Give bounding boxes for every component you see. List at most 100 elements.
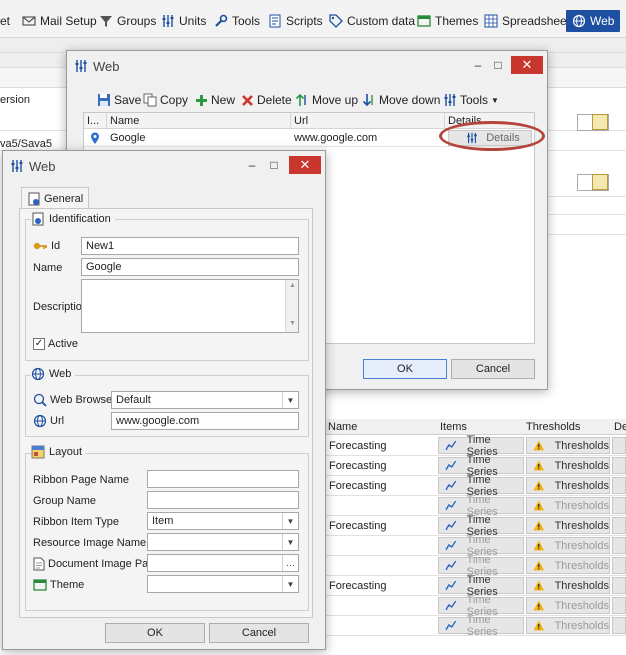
theme-combo[interactable]: ▼ <box>147 575 299 593</box>
ribbon-item-partial[interactable]: et <box>0 10 10 32</box>
ribbon-item-spreadsheets[interactable]: Spreadsheets <box>484 10 576 32</box>
chevron-down-icon[interactable]: ▼ <box>282 513 298 529</box>
browse-ellipsis-button[interactable]: … <box>282 555 298 571</box>
time-series-button[interactable]: Time Series <box>438 494 524 518</box>
thresholds-button[interactable]: Thresholds <box>526 577 610 594</box>
chevron-down-icon[interactable]: ▼ <box>282 576 298 592</box>
active-checkbox[interactable]: ✓ <box>33 338 45 350</box>
description-textarea[interactable] <box>81 279 299 333</box>
copy-button[interactable]: Copy <box>143 93 188 107</box>
thresholds-button[interactable]: Thresholds <box>526 497 610 514</box>
details-cell-button[interactable] <box>612 497 626 514</box>
details-cell-button[interactable] <box>612 597 626 614</box>
thresholds-button[interactable]: Thresholds <box>526 537 610 554</box>
new-button[interactable]: New <box>195 93 235 107</box>
maximize-button[interactable]: □ <box>261 156 287 174</box>
time-series-button[interactable]: Time Series <box>438 454 524 478</box>
chevron-down-icon[interactable]: ▼ <box>282 534 298 550</box>
tab-general[interactable]: General <box>21 187 89 209</box>
time-series-button[interactable]: Time Series <box>438 574 524 598</box>
thresholds-button[interactable]: Thresholds <box>526 597 610 614</box>
details-cell-button[interactable] <box>612 457 626 474</box>
move-up-button[interactable]: Move up <box>295 93 358 107</box>
time-series-button[interactable]: Time Series <box>438 434 524 458</box>
grid-cell-name: Forecasting <box>329 520 387 532</box>
layout-group-title: Layout <box>31 445 87 459</box>
time-series-button[interactable]: Time Series <box>438 594 524 618</box>
details-cell-button[interactable] <box>612 517 626 534</box>
details-cell-button[interactable] <box>612 537 626 554</box>
time-series-button[interactable]: Time Series <box>438 614 524 638</box>
ribbon-item-tools[interactable]: Tools <box>214 10 260 32</box>
spreadsheet-icon <box>484 14 498 28</box>
line-chart-icon <box>445 580 457 591</box>
time-series-button[interactable]: Time Series <box>438 534 524 558</box>
time-series-button[interactable]: Time Series <box>438 554 524 578</box>
cancel-button[interactable]: Cancel <box>451 359 535 379</box>
document-image-path-input[interactable]: … <box>147 554 299 572</box>
thresholds-button[interactable]: Thresholds <box>526 617 610 634</box>
line-chart-icon <box>445 600 457 611</box>
active-checkbox-row[interactable]: ✓ Active <box>33 338 78 350</box>
ribbon-item-groups[interactable]: Groups <box>99 10 156 32</box>
ribbon-item-units[interactable]: Units <box>161 10 206 32</box>
line-chart-icon <box>445 440 457 451</box>
time-series-button[interactable]: Time Series <box>438 514 524 538</box>
maximize-icon: □ <box>270 158 278 172</box>
id-input[interactable] <box>81 237 299 255</box>
group-name-input[interactable] <box>147 491 299 509</box>
scroll-up-icon: ▲ <box>289 282 296 289</box>
line-chart-icon <box>445 480 457 491</box>
grid-cell-name: Forecasting <box>329 460 387 472</box>
thresholds-button[interactable]: Thresholds <box>526 557 610 574</box>
thresholds-button[interactable]: Thresholds <box>526 457 610 474</box>
warning-icon <box>533 620 545 631</box>
details-cell-button[interactable] <box>612 477 626 494</box>
time-series-button[interactable]: Time Series <box>438 474 524 498</box>
cancel-button[interactable]: Cancel <box>209 623 309 643</box>
close-button[interactable]: ✕ <box>511 56 543 74</box>
document-image-path-label: Document Image Path <box>33 557 157 571</box>
ribbon-item-themes[interactable]: Themes <box>417 10 478 32</box>
web-browser-label: Web Browser <box>33 393 116 407</box>
close-button[interactable]: ✕ <box>289 156 321 174</box>
id-card-icon <box>32 212 44 226</box>
ribbon-page-name-input[interactable] <box>147 470 299 488</box>
ribbon-item-scripts[interactable]: Scripts <box>268 10 323 32</box>
tools-dropdown[interactable]: Tools ▼ <box>443 93 499 107</box>
ribbon-item-type-combo[interactable]: Item ▼ <box>147 512 299 530</box>
column-header-url[interactable]: Url <box>294 115 308 127</box>
details-cell-button[interactable] <box>612 617 626 634</box>
sliders-icon <box>162 15 174 27</box>
thresholds-button[interactable]: Thresholds <box>526 477 610 494</box>
details-cell-button[interactable] <box>612 557 626 574</box>
description-label: Description <box>33 301 89 313</box>
ribbon-item-web[interactable]: Web <box>566 10 621 32</box>
web-browser-combo[interactable]: Default ▼ <box>111 391 299 409</box>
column-header-icon[interactable]: I... <box>87 115 99 127</box>
delete-button[interactable]: Delete <box>241 93 292 107</box>
url-input[interactable] <box>111 412 299 430</box>
move-up-icon <box>295 93 306 106</box>
key-icon <box>33 242 47 250</box>
details-cell-button[interactable] <box>612 437 626 454</box>
background-browse-icon[interactable] <box>592 174 608 190</box>
ribbon-item-mail-setup[interactable]: Mail Setup <box>22 10 97 32</box>
ok-button[interactable]: OK <box>363 359 447 379</box>
save-button[interactable]: Save <box>97 93 141 107</box>
name-input[interactable] <box>81 258 299 276</box>
description-scrollbar[interactable]: ▲ ▼ <box>285 280 298 332</box>
ribbon-item-custom-data[interactable]: Custom data <box>329 10 415 32</box>
thresholds-button[interactable]: Thresholds <box>526 437 610 454</box>
details-cell-button[interactable] <box>612 577 626 594</box>
thresholds-button[interactable]: Thresholds <box>526 517 610 534</box>
chevron-down-icon[interactable]: ▼ <box>282 392 298 408</box>
background-browse-icon[interactable] <box>592 114 608 130</box>
maximize-button[interactable]: □ <box>485 56 511 74</box>
resource-image-name-combo[interactable]: ▼ <box>147 533 299 551</box>
ok-button[interactable]: OK <box>105 623 205 643</box>
column-header-name[interactable]: Name <box>110 115 139 127</box>
save-icon <box>98 94 110 106</box>
row-name: Google <box>110 132 146 144</box>
move-down-button[interactable]: Move down <box>362 93 440 107</box>
